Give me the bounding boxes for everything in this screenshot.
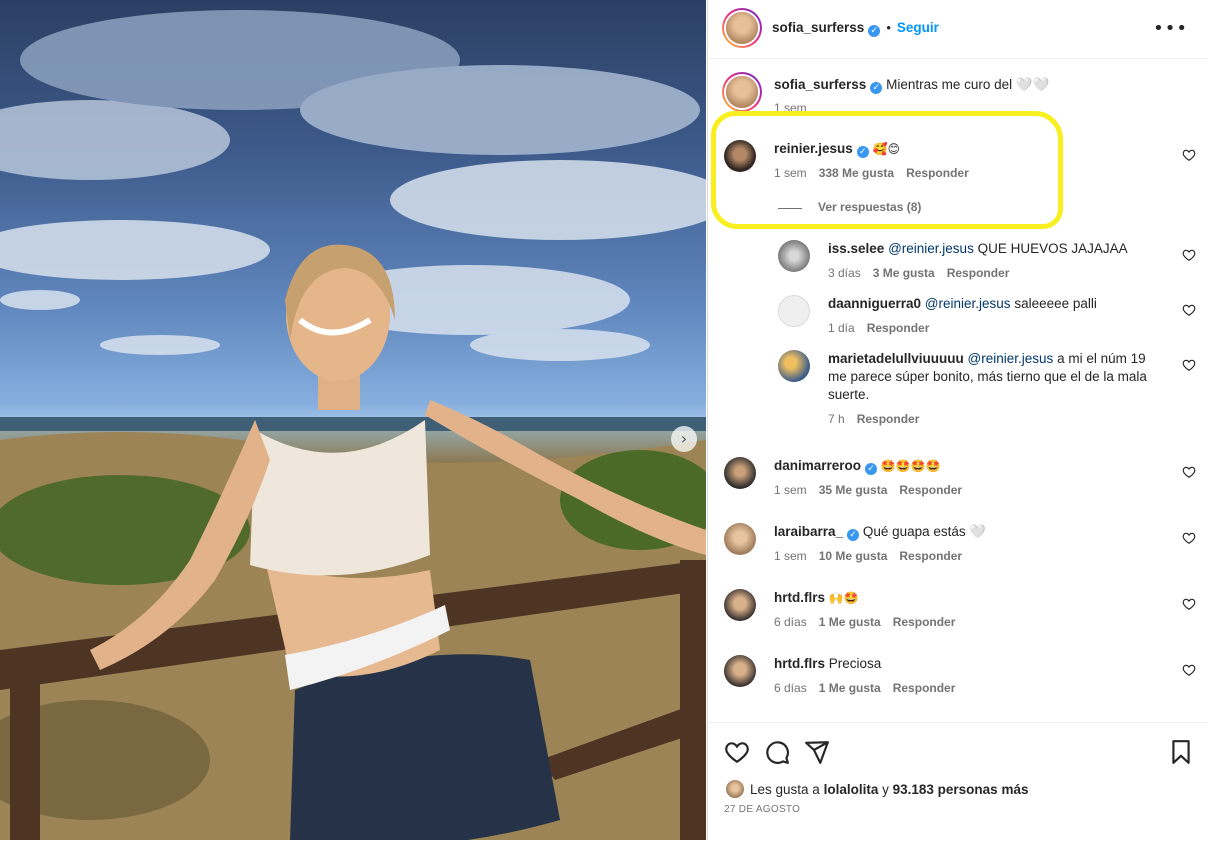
heart-icon[interactable] (1182, 148, 1196, 162)
liker-username[interactable]: lolalolita (824, 782, 879, 797)
likes-count[interactable]: 93.183 personas más (893, 782, 1029, 797)
heart-icon[interactable] (1182, 465, 1196, 479)
comment-item: hrtd.flrs Preciosa 6 días 1 Me gusta Respo… (708, 653, 1208, 703)
reply-button[interactable]: Responder (899, 483, 962, 497)
comments-list[interactable]: sofia_surferss ✓ Mientras me curo del 🤍🤍 … (708, 58, 1208, 722)
reply-item: daanniguerra0 @reinier.jesus saleeeee pa… (708, 293, 1208, 343)
liker-avatar[interactable] (726, 780, 744, 798)
comment-time[interactable]: 1 día (828, 321, 855, 335)
header-line: sofia_surferss ✓ • Seguir (772, 19, 939, 37)
separator-dot: • (886, 20, 891, 35)
reply-button[interactable]: Responder (857, 412, 920, 426)
commenter-avatar[interactable] (724, 655, 756, 687)
reply-button[interactable]: Responder (893, 615, 956, 629)
verified-icon: ✓ (868, 25, 881, 37)
reply-item: marietadelullviuuuuu @reinier.jesus a mi… (708, 348, 1208, 428)
likes-mid: y (882, 782, 889, 797)
comment-likes[interactable]: 1 Me gusta (819, 681, 881, 695)
post-photo[interactable]: › (0, 0, 706, 840)
caption: sofia_surferss ✓ Mientras me curo del 🤍🤍 … (708, 72, 1208, 116)
comment-text: saleeeee palli (1014, 296, 1097, 311)
share-icon[interactable] (804, 739, 830, 765)
likes-summary: Les gusta a lolalolita y 93.183 personas… (726, 780, 1028, 798)
highlight-annotation (711, 111, 1063, 229)
comment-text: 🙌🤩 (828, 591, 859, 605)
comment-username[interactable]: iss.selee (828, 241, 884, 256)
comment-username[interactable]: danimarreroo (774, 458, 861, 473)
heart-icon[interactable] (1182, 248, 1196, 262)
comment-item: hrtd.flrs 🙌🤩 6 días 1 Me gusta Responder (708, 587, 1208, 637)
comment-text: 🤩🤩🤩🤩 (880, 459, 941, 473)
comment-username[interactable]: daanniguerra0 (828, 296, 921, 311)
comment-text-line: suerte. (828, 387, 870, 402)
heart-icon[interactable] (724, 739, 750, 765)
comment-username[interactable]: hrtd.flrs (774, 590, 825, 605)
comment-username[interactable]: hrtd.flrs (774, 656, 825, 671)
heart-icon[interactable] (1182, 597, 1196, 611)
reply-item: iss.selee @reinier.jesus QUE HUEVOS JAJA… (708, 238, 1208, 288)
mention-link[interactable]: @reinier.jesus (968, 351, 1054, 366)
commenter-avatar[interactable] (778, 350, 810, 382)
comment-text-line: me parece súper bonito, más tierno que e… (828, 369, 1147, 384)
heart-icon[interactable] (1182, 663, 1196, 677)
mention-link[interactable]: @reinier.jesus (925, 296, 1011, 311)
comment-likes[interactable]: 10 Me gusta (819, 549, 888, 563)
comment-likes[interactable]: 3 Me gusta (873, 266, 935, 280)
verified-icon: ✓ (847, 529, 860, 541)
heart-icon[interactable] (1182, 358, 1196, 372)
next-arrow-icon[interactable]: › (671, 426, 697, 452)
verified-icon: ✓ (870, 82, 883, 94)
comment-text: a mi el núm 19 (1057, 351, 1146, 366)
verified-icon: ✓ (865, 463, 878, 475)
commenter-avatar[interactable] (724, 523, 756, 555)
reply-button[interactable]: Responder (893, 681, 956, 695)
comment-text: QUE HUEVOS JAJAJAA (977, 241, 1128, 256)
comment-time[interactable]: 1 sem (774, 483, 807, 497)
post-details-panel: sofia_surferss ✓ • Seguir ••• sofia_surfers… (707, 0, 1208, 840)
comment-icon[interactable] (764, 739, 790, 765)
comment-text: Preciosa (828, 656, 882, 671)
photo-illustration (0, 10, 706, 840)
author-username[interactable]: sofia_surferss (772, 20, 864, 35)
caption-username[interactable]: sofia_surferss (774, 77, 866, 92)
commenter-avatar[interactable] (724, 457, 756, 489)
commenter-avatar[interactable] (724, 589, 756, 621)
follow-button[interactable]: Seguir (897, 20, 939, 35)
comment-time[interactable]: 7 h (828, 412, 845, 426)
comment-text: Qué guapa estás 🤍 (862, 524, 987, 539)
comment-time[interactable]: 6 días (774, 681, 807, 695)
save-icon[interactable] (1168, 739, 1194, 765)
reply-button[interactable]: Responder (947, 266, 1010, 280)
more-icon[interactable]: ••• (1153, 18, 1188, 39)
reply-button[interactable]: Responder (867, 321, 930, 335)
caption-text: Mientras me curo del 🤍🤍 (886, 77, 1050, 92)
heart-icon[interactable] (1182, 303, 1196, 317)
default-avatar-icon[interactable] (778, 295, 810, 327)
comment-time[interactable]: 1 sem (774, 549, 807, 563)
comment-likes[interactable]: 35 Me gusta (819, 483, 888, 497)
post-date[interactable]: 27 de agosto (724, 804, 800, 815)
comment-time[interactable]: 3 días (828, 266, 861, 280)
comment-username[interactable]: marietadelullviuuuuu (828, 351, 964, 366)
comment-time[interactable]: 6 días (774, 615, 807, 629)
reply-button[interactable]: Responder (899, 549, 962, 563)
comment-item: laraibarra_ ✓ Qué guapa estás 🤍 1 sem 10 M… (708, 521, 1208, 571)
comment-username[interactable]: laraibarra_ (774, 524, 843, 539)
author-avatar[interactable] (722, 8, 762, 48)
heart-icon[interactable] (1182, 531, 1196, 545)
likes-prefix: Les gusta a (750, 782, 820, 797)
commenter-avatar[interactable] (778, 240, 810, 272)
comment-likes[interactable]: 1 Me gusta (819, 615, 881, 629)
post-header: sofia_surferss ✓ • Seguir ••• (708, 0, 1208, 59)
caption-avatar[interactable] (722, 72, 762, 112)
comment-item: danimarreroo ✓ 🤩🤩🤩🤩 1 sem 35 Me gusta Respo… (708, 455, 1208, 505)
mention-link[interactable]: @reinier.jesus (888, 241, 974, 256)
